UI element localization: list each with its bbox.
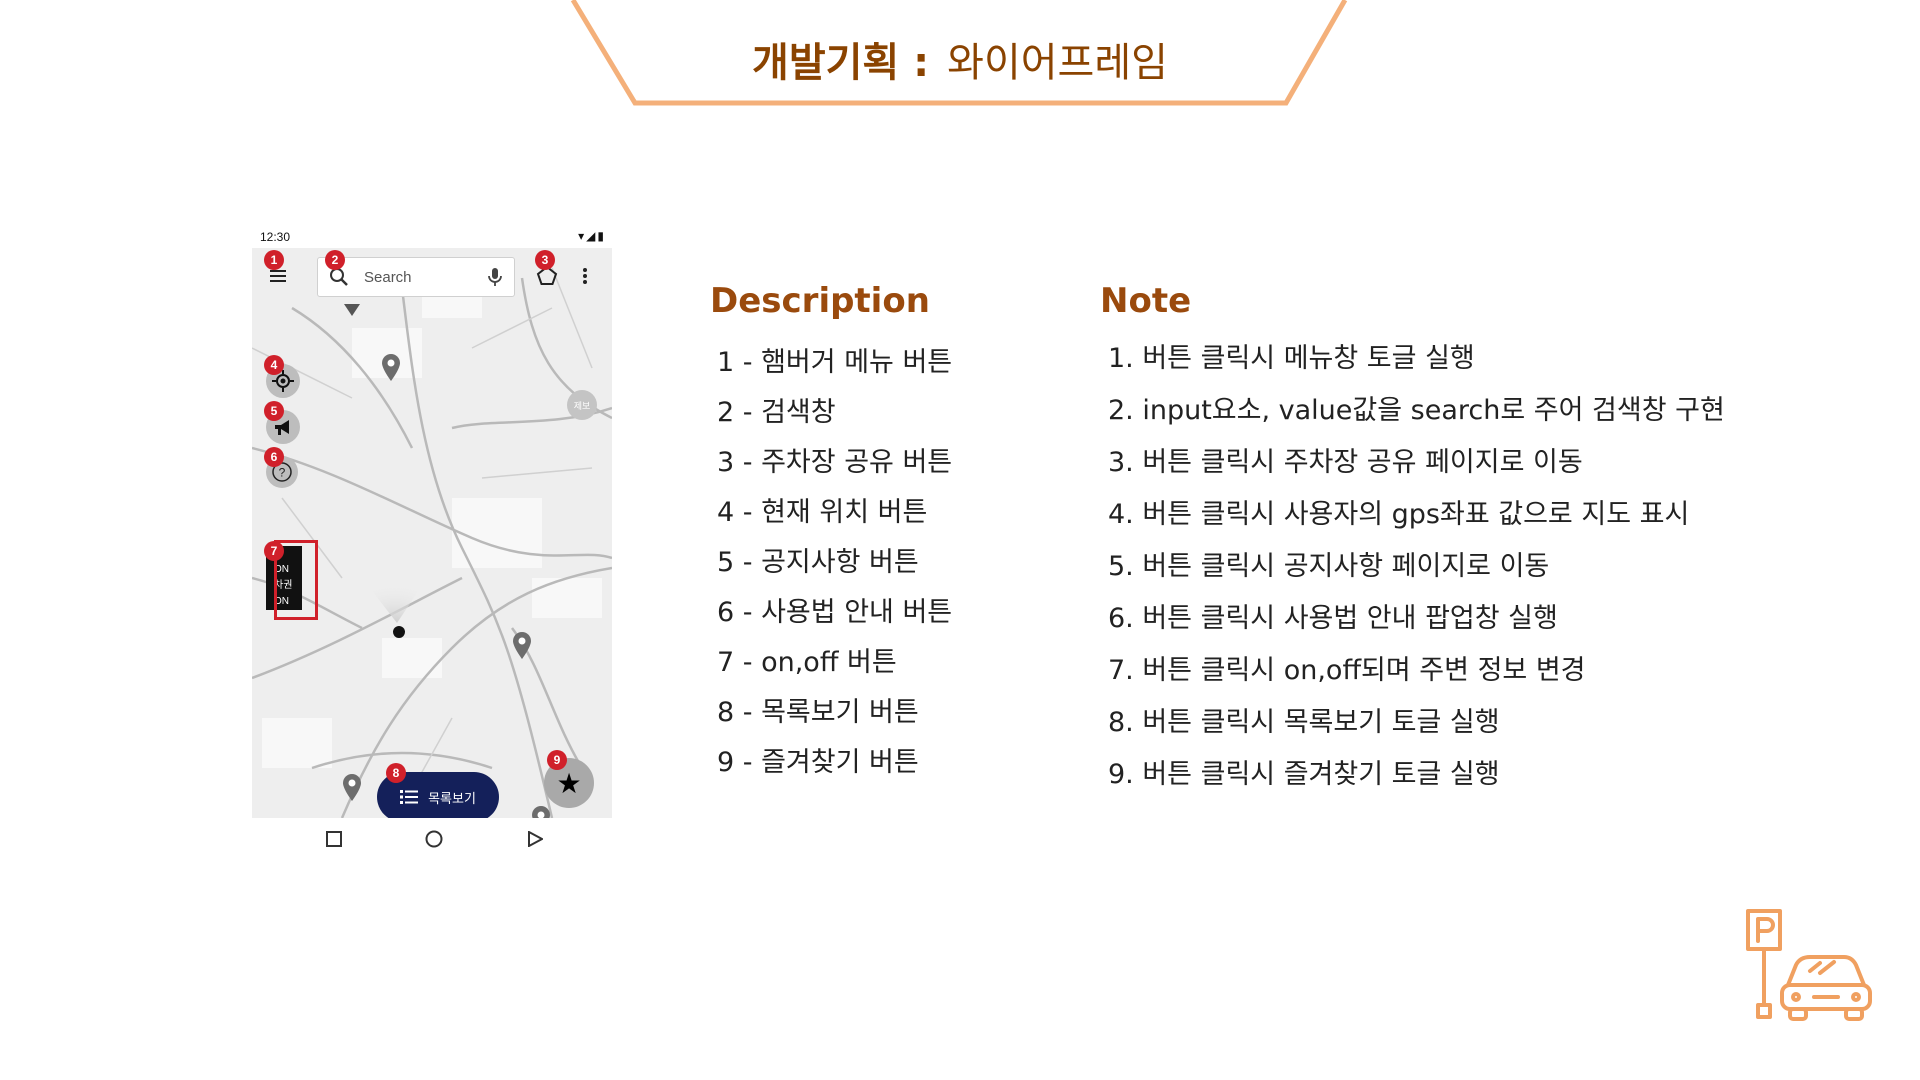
back-button[interactable] xyxy=(524,828,546,850)
map-pin-icon[interactable] xyxy=(511,630,533,660)
circle-icon xyxy=(425,830,443,848)
note-item: 8. 버튼 클릭시 목록보기 토글 실행 xyxy=(1108,707,1500,738)
mic-icon[interactable] xyxy=(486,266,504,288)
description-item: 8 - 목록보기 버튼 xyxy=(717,697,919,728)
top-bar: Search xyxy=(252,248,612,304)
square-icon xyxy=(326,831,342,847)
badge-2: 2 xyxy=(325,250,345,270)
title-light: 와이어프레임 xyxy=(947,40,1168,86)
badge-7: 7 xyxy=(264,541,284,561)
description-item: 9 - 즐겨찾기 버튼 xyxy=(717,747,919,778)
note-item: 2. input요소, value값을 search로 주어 검색창 구현 xyxy=(1108,395,1725,426)
description-item: 7 - on,off 버튼 xyxy=(717,647,897,678)
note-item: 7. 버튼 클릭시 on,off되며 주변 정보 변경 xyxy=(1108,655,1586,686)
description-item: 2 - 검색창 xyxy=(717,397,836,428)
svg-text:?: ? xyxy=(279,466,286,480)
description-item: 5 - 공지사항 버튼 xyxy=(717,547,919,578)
android-nav-bar xyxy=(252,818,612,862)
phone-wireframe: 12:30 ▾◢▮ Search ? ON 차권 ON 제보 목록보기 ★ 1 … xyxy=(252,226,612,862)
note-item: 6. 버튼 클릭시 사용법 안내 팝업창 실행 xyxy=(1108,603,1558,634)
map-view[interactable]: Search ? 유 ON 차권 ON 제보 xyxy=(252,248,612,818)
description-heading: Description xyxy=(710,281,930,321)
badge-1: 1 xyxy=(264,250,284,270)
status-time: 12:30 xyxy=(260,230,291,244)
note-list: 1. 버튼 클릭시 메뉴창 토글 실행 2. input요소, value값을 s… xyxy=(1108,333,1725,801)
note-item: 9. 버튼 클릭시 즐겨찾기 토글 실행 xyxy=(1108,759,1500,790)
home-button[interactable] xyxy=(423,828,445,850)
recent-apps-button[interactable] xyxy=(323,828,345,850)
description-item: 4 - 현재 위치 버튼 xyxy=(717,497,928,528)
report-label: 제보 xyxy=(573,401,591,412)
note-item: 3. 버튼 클릭시 주차장 공유 페이지로 이동 xyxy=(1108,447,1583,478)
description-item: 1 - 햄버거 메뉴 버튼 xyxy=(717,347,953,378)
badge-5: 5 xyxy=(264,401,284,421)
map-pin-icon[interactable] xyxy=(530,804,552,818)
search-placeholder: Search xyxy=(364,269,412,286)
description-item: 3 - 주차장 공유 버튼 xyxy=(717,447,953,478)
badge-4: 4 xyxy=(264,355,284,375)
map-pin-icon[interactable] xyxy=(341,772,363,802)
parking-car-logo-icon xyxy=(1746,909,1872,1021)
note-item: 5. 버튼 클릭시 공지사항 페이지로 이동 xyxy=(1108,551,1550,582)
triangle-play-icon xyxy=(528,831,543,847)
status-icons: ▾◢▮ xyxy=(578,229,606,243)
list-view-label: 목록보기 xyxy=(428,791,476,807)
pointer-icon xyxy=(344,304,360,316)
report-button[interactable]: 제보 xyxy=(567,390,597,420)
badge-9: 9 xyxy=(547,750,567,770)
badge-3: 3 xyxy=(535,250,555,270)
search-input[interactable]: Search xyxy=(317,257,515,297)
status-bar: 12:30 ▾◢▮ xyxy=(252,226,612,248)
map-pin-icon[interactable] xyxy=(380,352,402,382)
more-options-button[interactable] xyxy=(578,264,592,288)
description-item: 6 - 사용법 안내 버튼 xyxy=(717,597,953,628)
note-item: 4. 버튼 클릭시 사용자의 gps좌표 값으로 지도 표시 xyxy=(1108,499,1690,530)
badge-6: 6 xyxy=(264,447,284,467)
description-list: 1 - 햄버거 메뉴 버튼 2 - 검색창 3 - 주차장 공유 버튼 4 - 현재 … xyxy=(717,338,952,788)
more-vert-icon xyxy=(583,268,587,284)
title-bold: 개발기획 : xyxy=(752,40,930,86)
badge-8: 8 xyxy=(386,763,406,783)
note-item: 1. 버튼 클릭시 메뉴창 토글 실행 xyxy=(1108,343,1475,374)
star-icon: ★ xyxy=(556,766,582,800)
list-icon xyxy=(400,790,419,804)
map-roads xyxy=(252,248,612,818)
note-heading: Note xyxy=(1100,281,1192,321)
page-title: 개발기획 : 와이어프레임 xyxy=(0,30,1920,88)
